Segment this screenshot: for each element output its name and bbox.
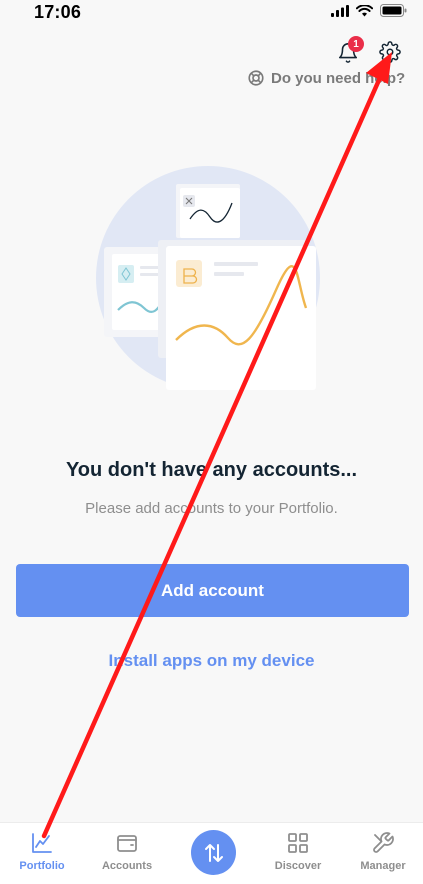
transfer-button[interactable] (191, 830, 236, 875)
install-apps-link[interactable]: Install apps on my device (0, 651, 423, 671)
nav-manager[interactable]: Manager (343, 823, 423, 884)
wifi-icon (356, 4, 373, 16)
notification-badge: 1 (348, 36, 364, 52)
lifebuoy-icon (248, 70, 264, 86)
settings-button[interactable] (379, 41, 401, 63)
status-icons (331, 4, 407, 17)
help-label: Do you need help? (271, 69, 406, 87)
battery-icon (380, 4, 407, 17)
nav-label-manager: Manager (360, 860, 406, 872)
add-account-button[interactable]: Add account (16, 564, 409, 617)
bottom-nav: Portfolio Accounts Discover Manager (0, 822, 423, 884)
nav-accounts[interactable]: Accounts (87, 823, 167, 884)
status-bar: 17:06 (0, 0, 423, 26)
nav-label-portfolio: Portfolio (19, 860, 65, 872)
empty-state-title: You don't have any accounts... (65, 459, 358, 481)
help-link[interactable]: Do you need help? (247, 69, 405, 87)
wallet-icon (117, 835, 137, 852)
status-time: 17:06 (34, 2, 82, 22)
nav-discover[interactable]: Discover (258, 823, 338, 884)
gear-icon (379, 41, 401, 63)
empty-portfolio-illustration (96, 166, 320, 390)
transfer-icon (204, 843, 223, 862)
nav-label-accounts: Accounts (101, 860, 153, 872)
signal-icon (331, 4, 349, 17)
nav-portfolio[interactable]: Portfolio (2, 823, 82, 884)
grid-icon (288, 833, 308, 853)
chart-line-icon (32, 833, 52, 853)
empty-state-subtitle: Please add accounts to your Portfolio. (85, 500, 338, 517)
tools-icon (373, 832, 394, 853)
nav-label-discover: Discover (274, 860, 322, 872)
annotation-arrow (41, 52, 392, 839)
